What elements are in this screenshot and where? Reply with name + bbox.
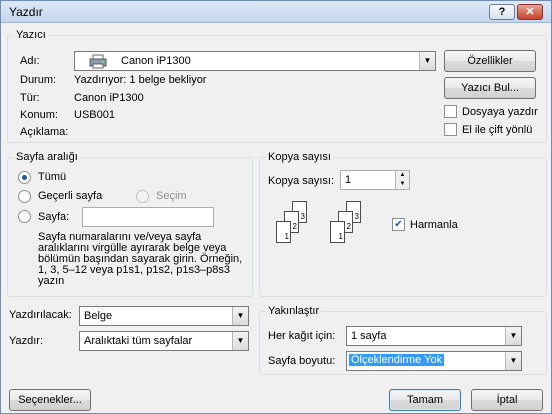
cancel-button-label: İptal: [496, 394, 518, 406]
copies-count-label: Kopya sayısı:: [268, 175, 335, 187]
scale-label: Sayfa boyutu:: [268, 355, 336, 367]
close-button[interactable]: ✕: [517, 4, 543, 20]
pages-per-sheet-value: 1 sayfa: [351, 330, 387, 342]
window-title: Yazdır: [9, 5, 43, 19]
print-what-label: Yazdırılacak:: [9, 309, 72, 321]
copies-group: Kopya sayısı Kopya sayısı: 1 ▲ ▼ 3 2 1 3…: [259, 151, 547, 297]
all-pages-label: Tümü: [38, 171, 67, 183]
close-icon: ✕: [525, 6, 535, 18]
print-to-file-checkbox[interactable]: [444, 105, 457, 118]
type-label: Tür:: [20, 92, 40, 104]
selection-radio[interactable]: [136, 190, 149, 203]
printer-group: Yazıcı Adı: Canon iP1300 ▼ Durum: Yazdır…: [7, 29, 547, 143]
collate-page-number: 1: [338, 232, 343, 241]
current-page-label: Geçerli sayfa: [38, 190, 103, 202]
printer-name-value: Canon iP1300: [121, 55, 191, 67]
page-range-group: Sayfa aralığı Tümü Geçerli sayfa Seçim S…: [7, 151, 253, 297]
current-page-radio[interactable]: [18, 190, 31, 203]
help-button[interactable]: ?: [489, 4, 515, 20]
spin-down-icon[interactable]: ▼: [396, 180, 409, 189]
spin-up-icon[interactable]: ▲: [396, 171, 409, 180]
printer-group-label: Yazıcı: [14, 29, 48, 41]
ok-button[interactable]: Tamam: [389, 389, 461, 411]
status-value: Yazdırıyor: 1 belge bekliyor: [74, 74, 207, 86]
type-value: Canon iP1300: [74, 92, 144, 104]
collate-page-number: 2: [346, 222, 351, 231]
pages-label: Sayfa:: [38, 211, 70, 223]
manual-duplex-label: El ile çift yönlü: [462, 124, 533, 136]
printer-icon: [89, 54, 107, 69]
zoom-group-label: Yakınlaştır: [266, 305, 322, 317]
properties-button-label: Özellikler: [467, 55, 513, 67]
options-button-label: Seçenekler...: [18, 394, 82, 406]
scale-select[interactable]: Ölçeklendirme Yok ▼: [346, 351, 522, 371]
help-icon: ?: [498, 6, 506, 18]
pages-input[interactable]: [82, 207, 214, 227]
print-what-select[interactable]: Belge ▼: [79, 306, 249, 326]
copies-count-input[interactable]: 1 ▲ ▼: [340, 170, 410, 190]
chevron-down-icon[interactable]: ▼: [505, 352, 521, 370]
print-label: Yazdır:: [9, 335, 44, 347]
status-label: Durum:: [20, 74, 57, 86]
manual-duplex-checkbox[interactable]: [444, 123, 457, 136]
copies-group-label: Kopya sayısı: [266, 151, 333, 163]
page-range-group-label: Sayfa aralığı: [14, 151, 80, 163]
collate-page-number: 2: [292, 222, 297, 231]
zoom-group: Yakınlaştır Her kağıt için: 1 sayfa ▼ Sa…: [259, 305, 547, 375]
comment-label: Açıklama:: [20, 126, 69, 138]
location-label: Konum:: [20, 109, 58, 121]
chevron-down-icon[interactable]: ▼: [505, 327, 521, 345]
properties-button[interactable]: Özellikler: [444, 50, 536, 72]
collate-page-number: 1: [284, 232, 289, 241]
printer-name-label: Adı:: [20, 55, 40, 67]
collate-label: Harmanla: [410, 219, 458, 231]
print-what-value: Belge: [84, 310, 113, 322]
scale-value: Ölçeklendirme Yok: [349, 354, 445, 366]
pages-per-sheet-select[interactable]: 1 sayfa ▼: [346, 326, 522, 346]
page-range-help-text: Sayfa numaralarını ve/veya sayfa aralıkl…: [38, 231, 243, 287]
collate-page-number: 3: [300, 212, 305, 221]
find-printer-button-label: Yazıcı Bul...: [461, 82, 519, 94]
chevron-down-icon[interactable]: ▼: [232, 307, 248, 325]
print-select[interactable]: Aralıktaki tüm sayfalar ▼: [79, 331, 249, 351]
find-printer-button[interactable]: Yazıcı Bul...: [444, 77, 536, 99]
collate-page: 1: [330, 221, 345, 243]
ok-button-label: Tamam: [406, 394, 444, 406]
location-value: USB001: [74, 109, 115, 121]
print-to-file-label: Dosyaya yazdır: [462, 106, 538, 118]
copies-spinner[interactable]: ▲ ▼: [395, 171, 409, 189]
pages-radio[interactable]: [18, 210, 31, 223]
printer-name-select[interactable]: Canon iP1300 ▼: [74, 51, 436, 71]
collate-page: 1: [276, 221, 291, 243]
title-bar: Yazdır ? ✕: [1, 1, 551, 23]
chevron-down-icon[interactable]: ▼: [419, 52, 435, 70]
collate-checkbox[interactable]: ✔: [392, 218, 405, 231]
print-value: Aralıktaki tüm sayfalar: [84, 335, 193, 347]
options-button[interactable]: Seçenekler...: [9, 389, 91, 411]
collate-page-number: 3: [354, 212, 359, 221]
selection-label: Seçim: [156, 190, 187, 202]
copies-count-value: 1: [345, 174, 352, 186]
all-pages-radio[interactable]: [18, 171, 31, 184]
pages-per-sheet-label: Her kağıt için:: [268, 330, 336, 342]
chevron-down-icon[interactable]: ▼: [232, 332, 248, 350]
cancel-button[interactable]: İptal: [471, 389, 543, 411]
print-dialog: Yazdır ? ✕ Yazıcı Adı: Canon iP1300 ▼ Du…: [0, 0, 552, 414]
